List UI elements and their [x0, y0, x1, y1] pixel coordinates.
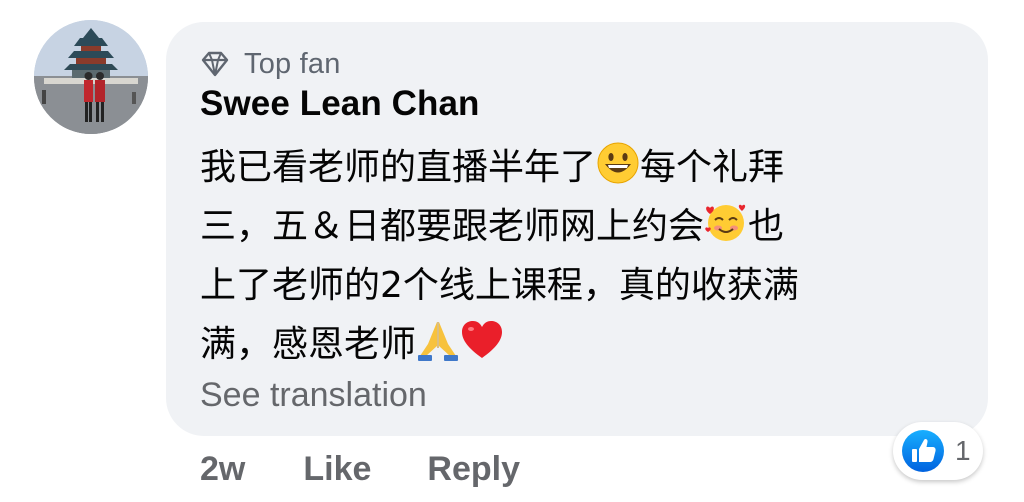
reaction-summary[interactable]: 1	[893, 422, 983, 480]
see-translation-link[interactable]: See translation	[200, 376, 427, 415]
comment-actions: 2w Like Reply	[200, 446, 520, 492]
grinning-face-icon	[596, 141, 640, 185]
diamond-icon	[201, 51, 229, 77]
reply-button[interactable]: Reply	[427, 450, 520, 489]
top-fan-badge: Top fan	[200, 46, 341, 82]
folded-hands-icon	[416, 318, 460, 362]
smiling-face-with-hearts-icon	[704, 200, 748, 244]
comment-line-1: 我已看老师的直播半年了	[200, 147, 597, 188]
timestamp[interactable]: 2w	[200, 450, 245, 489]
thumbs-up-icon	[902, 430, 944, 472]
comment-line-4: 也	[748, 206, 785, 247]
author-name[interactable]: Swee Lean Chan	[200, 84, 480, 124]
comment-line-6: 满，感恩老师	[200, 324, 417, 365]
like-button[interactable]: Like	[303, 450, 371, 489]
avatar[interactable]	[34, 20, 148, 134]
red-heart-icon	[460, 318, 504, 362]
reaction-count: 1	[955, 435, 971, 466]
comment-bubble: Top fan Swee Lean Chan 我已看老师的直播半年了 每个礼拜 三…	[166, 22, 988, 436]
top-fan-label: Top fan	[244, 47, 341, 80]
comment-line-3: 三，五＆日都要跟老师网上约会	[200, 206, 705, 247]
comment-line-5: 上了老师的2个线上课程，真的收获满	[200, 265, 799, 306]
avatar-photo	[34, 20, 148, 134]
comment-container: Top fan Swee Lean Chan 我已看老师的直播半年了 每个礼拜 三…	[0, 0, 1024, 502]
comment-line-2: 每个礼拜	[640, 147, 785, 188]
comment-text: 我已看老师的直播半年了 每个礼拜 三，五＆日都要跟老师网上约会 也 上了老师的2个线…	[200, 138, 960, 374]
